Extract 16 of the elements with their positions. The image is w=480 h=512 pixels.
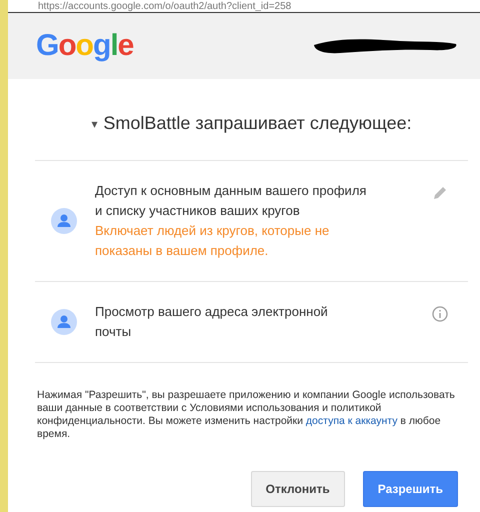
info-icon[interactable] bbox=[432, 306, 448, 322]
allow-button[interactable]: Разрешить bbox=[362, 471, 458, 507]
address-bar[interactable]: https://accounts.google.com/o/oauth2/auth?client_id=258 bbox=[8, 0, 480, 13]
caret-icon[interactable]: ▾ bbox=[91, 116, 98, 130]
person-icon bbox=[51, 208, 77, 234]
permission-text: Доступ к основным данным вашего профиля и списку участников ваших кругов bbox=[95, 182, 367, 220]
url-text: https://accounts.google.com/o/oauth2/auth?client_id=258 bbox=[38, 0, 292, 12]
google-logo: Google bbox=[36, 29, 134, 63]
permission-text: Просмотр вашего адреса электронной почты bbox=[95, 303, 329, 341]
account-access-link[interactable]: доступа к аккаунту bbox=[306, 415, 398, 427]
deny-button[interactable]: Отклонить bbox=[250, 471, 345, 507]
dialog-title: SmolBattle запрашивает следующее: bbox=[103, 113, 412, 134]
pencil-icon[interactable] bbox=[432, 185, 448, 201]
person-icon bbox=[51, 309, 77, 335]
permission-note: Включает людей из кругов, которые не показаны в вашем профиле. bbox=[95, 222, 330, 260]
consent-paragraph: Нажимая "Разрешить", вы разрешаете приложению и компании Google использовать ваши данные в соответствии с Условиями использования и политикой конфиденциальности. Вы можете изменить настройки доступа к аккаунту в любое время. bbox=[36, 389, 456, 441]
